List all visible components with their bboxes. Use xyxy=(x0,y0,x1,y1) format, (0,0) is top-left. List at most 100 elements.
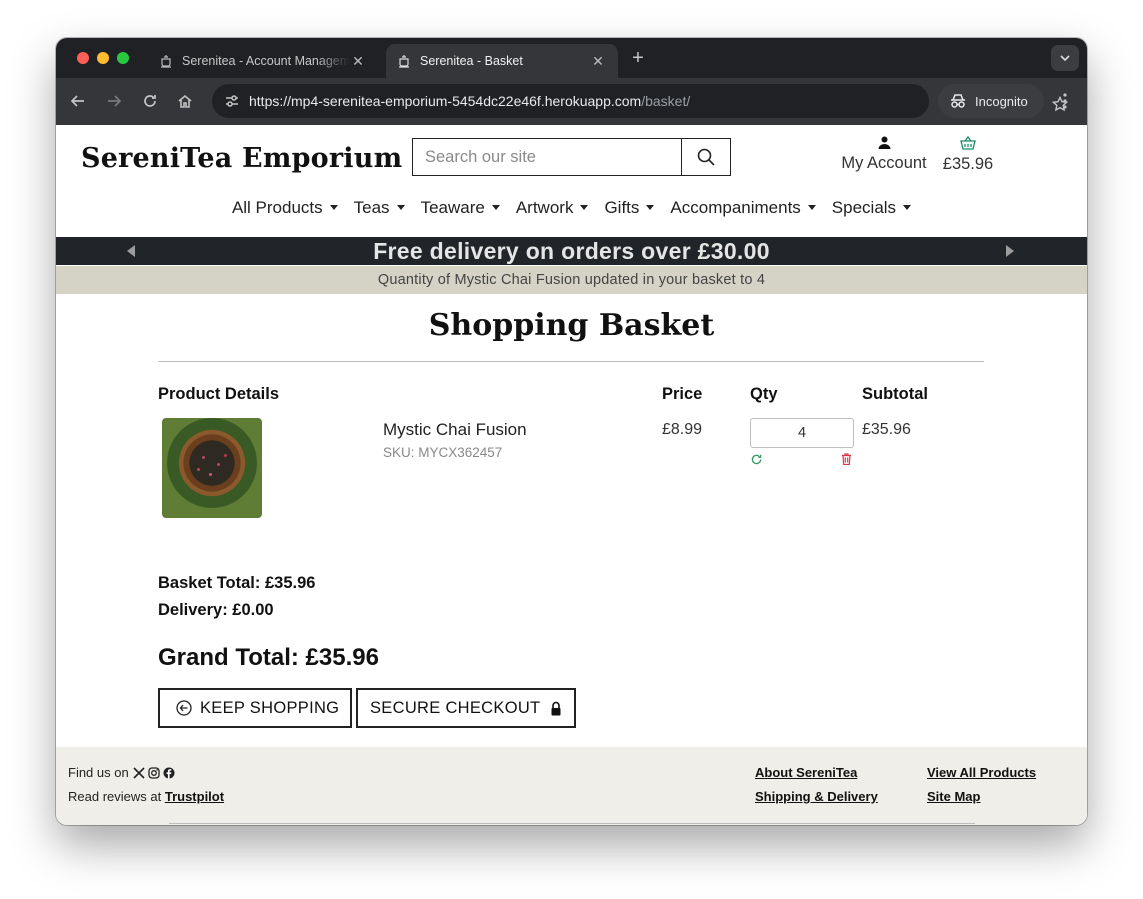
nav-teaware[interactable]: Teaware xyxy=(413,198,508,218)
forward-arrow-icon[interactable] xyxy=(103,90,125,112)
url-path: /basket/ xyxy=(641,93,691,109)
close-tab-icon[interactable]: ✕ xyxy=(350,53,366,70)
nav-accompaniments[interactable]: Accompaniments xyxy=(662,198,823,218)
refresh-icon[interactable] xyxy=(751,452,762,470)
trash-icon[interactable] xyxy=(841,452,852,470)
column-header-subtotal: Subtotal xyxy=(862,385,928,403)
x-twitter-icon[interactable] xyxy=(133,766,145,779)
site-logo[interactable]: SereniTea Emporium xyxy=(81,143,402,174)
view-all-products-link[interactable]: View All Products xyxy=(927,765,1036,780)
grand-total: Grand Total: £35.96 xyxy=(158,644,379,671)
petal-speck xyxy=(217,463,220,466)
new-tab-button[interactable]: + xyxy=(628,48,648,68)
product-subtotal: £35.96 xyxy=(862,421,911,438)
url-text: https://mp4-serenitea-emporium-5454dc22e… xyxy=(249,93,690,109)
caret-down-icon xyxy=(329,205,338,210)
nav-specials[interactable]: Specials xyxy=(824,198,919,218)
tab-title: Serenitea - Account Management xyxy=(182,54,350,68)
trustpilot-link[interactable]: Trustpilot xyxy=(165,789,224,804)
basket-update-message: Quantity of Mystic Chai Fusion updated i… xyxy=(56,266,1087,294)
nav-label: Artwork xyxy=(515,198,574,217)
basket-total: Basket Total: £35.96 xyxy=(158,574,316,592)
tab-basket[interactable]: Serenitea - Basket ✕ xyxy=(386,44,618,78)
search-icon xyxy=(697,148,715,166)
petal-speck xyxy=(197,468,200,471)
nav-label: Teas xyxy=(353,198,390,217)
keep-shopping-button[interactable]: KEEP SHOPPING xyxy=(158,688,352,728)
nav-teas[interactable]: Teas xyxy=(346,198,413,218)
nav-label: Accompaniments xyxy=(670,198,801,217)
product-price: £8.99 xyxy=(662,421,703,438)
column-header-product: Product Details xyxy=(158,385,280,403)
column-header-price: Price xyxy=(662,385,703,403)
home-icon[interactable] xyxy=(174,90,196,112)
url-host: https://mp4-serenitea-emporium-5454dc22e… xyxy=(249,93,642,109)
minimize-window-button[interactable] xyxy=(97,52,109,64)
tab-title: Serenitea - Basket xyxy=(420,54,523,68)
browser-toolbar: https://mp4-serenitea-emporium-5454dc22e… xyxy=(56,78,1087,125)
close-tab-icon[interactable]: ✕ xyxy=(590,53,606,70)
quantity-input[interactable] xyxy=(750,418,854,448)
product-image[interactable] xyxy=(162,418,262,518)
basket-icon xyxy=(960,136,976,150)
petal-speck xyxy=(202,456,205,459)
close-window-button[interactable] xyxy=(77,52,89,64)
page-title: Shopping Basket xyxy=(428,308,715,343)
back-arrow-icon[interactable] xyxy=(67,90,89,112)
keep-shopping-label: KEEP SHOPPING xyxy=(200,698,340,717)
petal-speck xyxy=(224,454,227,457)
secure-checkout-label: SECURE CHECKOUT xyxy=(370,698,541,717)
column-header-qty: Qty xyxy=(750,385,778,403)
facebook-icon[interactable] xyxy=(163,767,175,779)
nav-gifts[interactable]: Gifts xyxy=(596,198,662,218)
petal-speck xyxy=(209,473,212,476)
caret-down-icon xyxy=(491,205,500,210)
web-page: SereniTea Emporium My Account £35.96 All… xyxy=(56,125,1087,825)
address-bar[interactable]: https://mp4-serenitea-emporium-5454dc22e… xyxy=(212,84,1069,118)
search-button[interactable] xyxy=(681,139,730,175)
footer-divider xyxy=(169,823,975,824)
basket-total-label: £35.96 xyxy=(942,155,994,173)
reviews-prefix: Read reviews at xyxy=(68,789,162,804)
account-label: My Account xyxy=(841,154,927,172)
zoom-window-button[interactable] xyxy=(117,52,129,64)
caret-down-icon xyxy=(903,205,912,210)
site-settings-icon[interactable] xyxy=(222,91,242,111)
reload-icon[interactable] xyxy=(139,90,161,112)
nav-label: Teaware xyxy=(420,198,485,217)
caret-down-icon xyxy=(807,205,816,210)
nav-all-products[interactable]: All Products xyxy=(224,198,346,218)
secure-checkout-button[interactable]: SECURE CHECKOUT xyxy=(356,688,576,728)
more-menu-icon[interactable] xyxy=(1055,90,1075,112)
incognito-label: Incognito xyxy=(975,93,1028,109)
search-input[interactable] xyxy=(413,139,681,175)
caret-down-icon xyxy=(580,205,589,210)
teapot-favicon-icon xyxy=(396,53,412,69)
tab-account-management[interactable]: Serenitea - Account Management ✕ xyxy=(148,44,378,78)
carousel-next-icon[interactable] xyxy=(1006,245,1014,257)
instagram-icon[interactable] xyxy=(148,766,160,779)
find-us-label: Find us on xyxy=(68,765,129,780)
tab-strip: Serenitea - Account Management ✕ Serenit… xyxy=(56,38,1087,78)
user-icon xyxy=(878,136,890,149)
product-sku: SKU: MYCX362457 xyxy=(383,445,503,460)
product-name[interactable]: Mystic Chai Fusion xyxy=(383,420,527,440)
site-search-form xyxy=(412,138,731,176)
teapot-favicon-icon xyxy=(158,53,174,69)
shipping-delivery-link[interactable]: Shipping & Delivery xyxy=(755,789,878,804)
lock-icon xyxy=(550,701,562,716)
basket-link[interactable]: £35.96 xyxy=(941,136,995,174)
site-map-link[interactable]: Site Map xyxy=(927,789,980,804)
reviews-line: Read reviews at Trustpilot xyxy=(68,789,224,804)
banner-text: Free delivery on orders over £30.00 xyxy=(373,238,770,264)
browser-window: Serenitea - Account Management ✕ Serenit… xyxy=(56,38,1087,825)
nav-artwork[interactable]: Artwork xyxy=(508,198,597,218)
about-link[interactable]: About SereniTea xyxy=(755,765,857,780)
incognito-indicator[interactable]: Incognito xyxy=(938,84,1044,118)
social-links: Find us on xyxy=(68,765,175,780)
my-account-link[interactable]: My Account xyxy=(838,136,930,173)
title-divider xyxy=(158,361,984,362)
site-footer: Find us on Read reviews at Trustpilot Ab… xyxy=(56,747,1087,825)
circle-arrow-left-icon xyxy=(176,700,192,716)
tab-search-chevron-icon[interactable] xyxy=(1051,45,1079,71)
